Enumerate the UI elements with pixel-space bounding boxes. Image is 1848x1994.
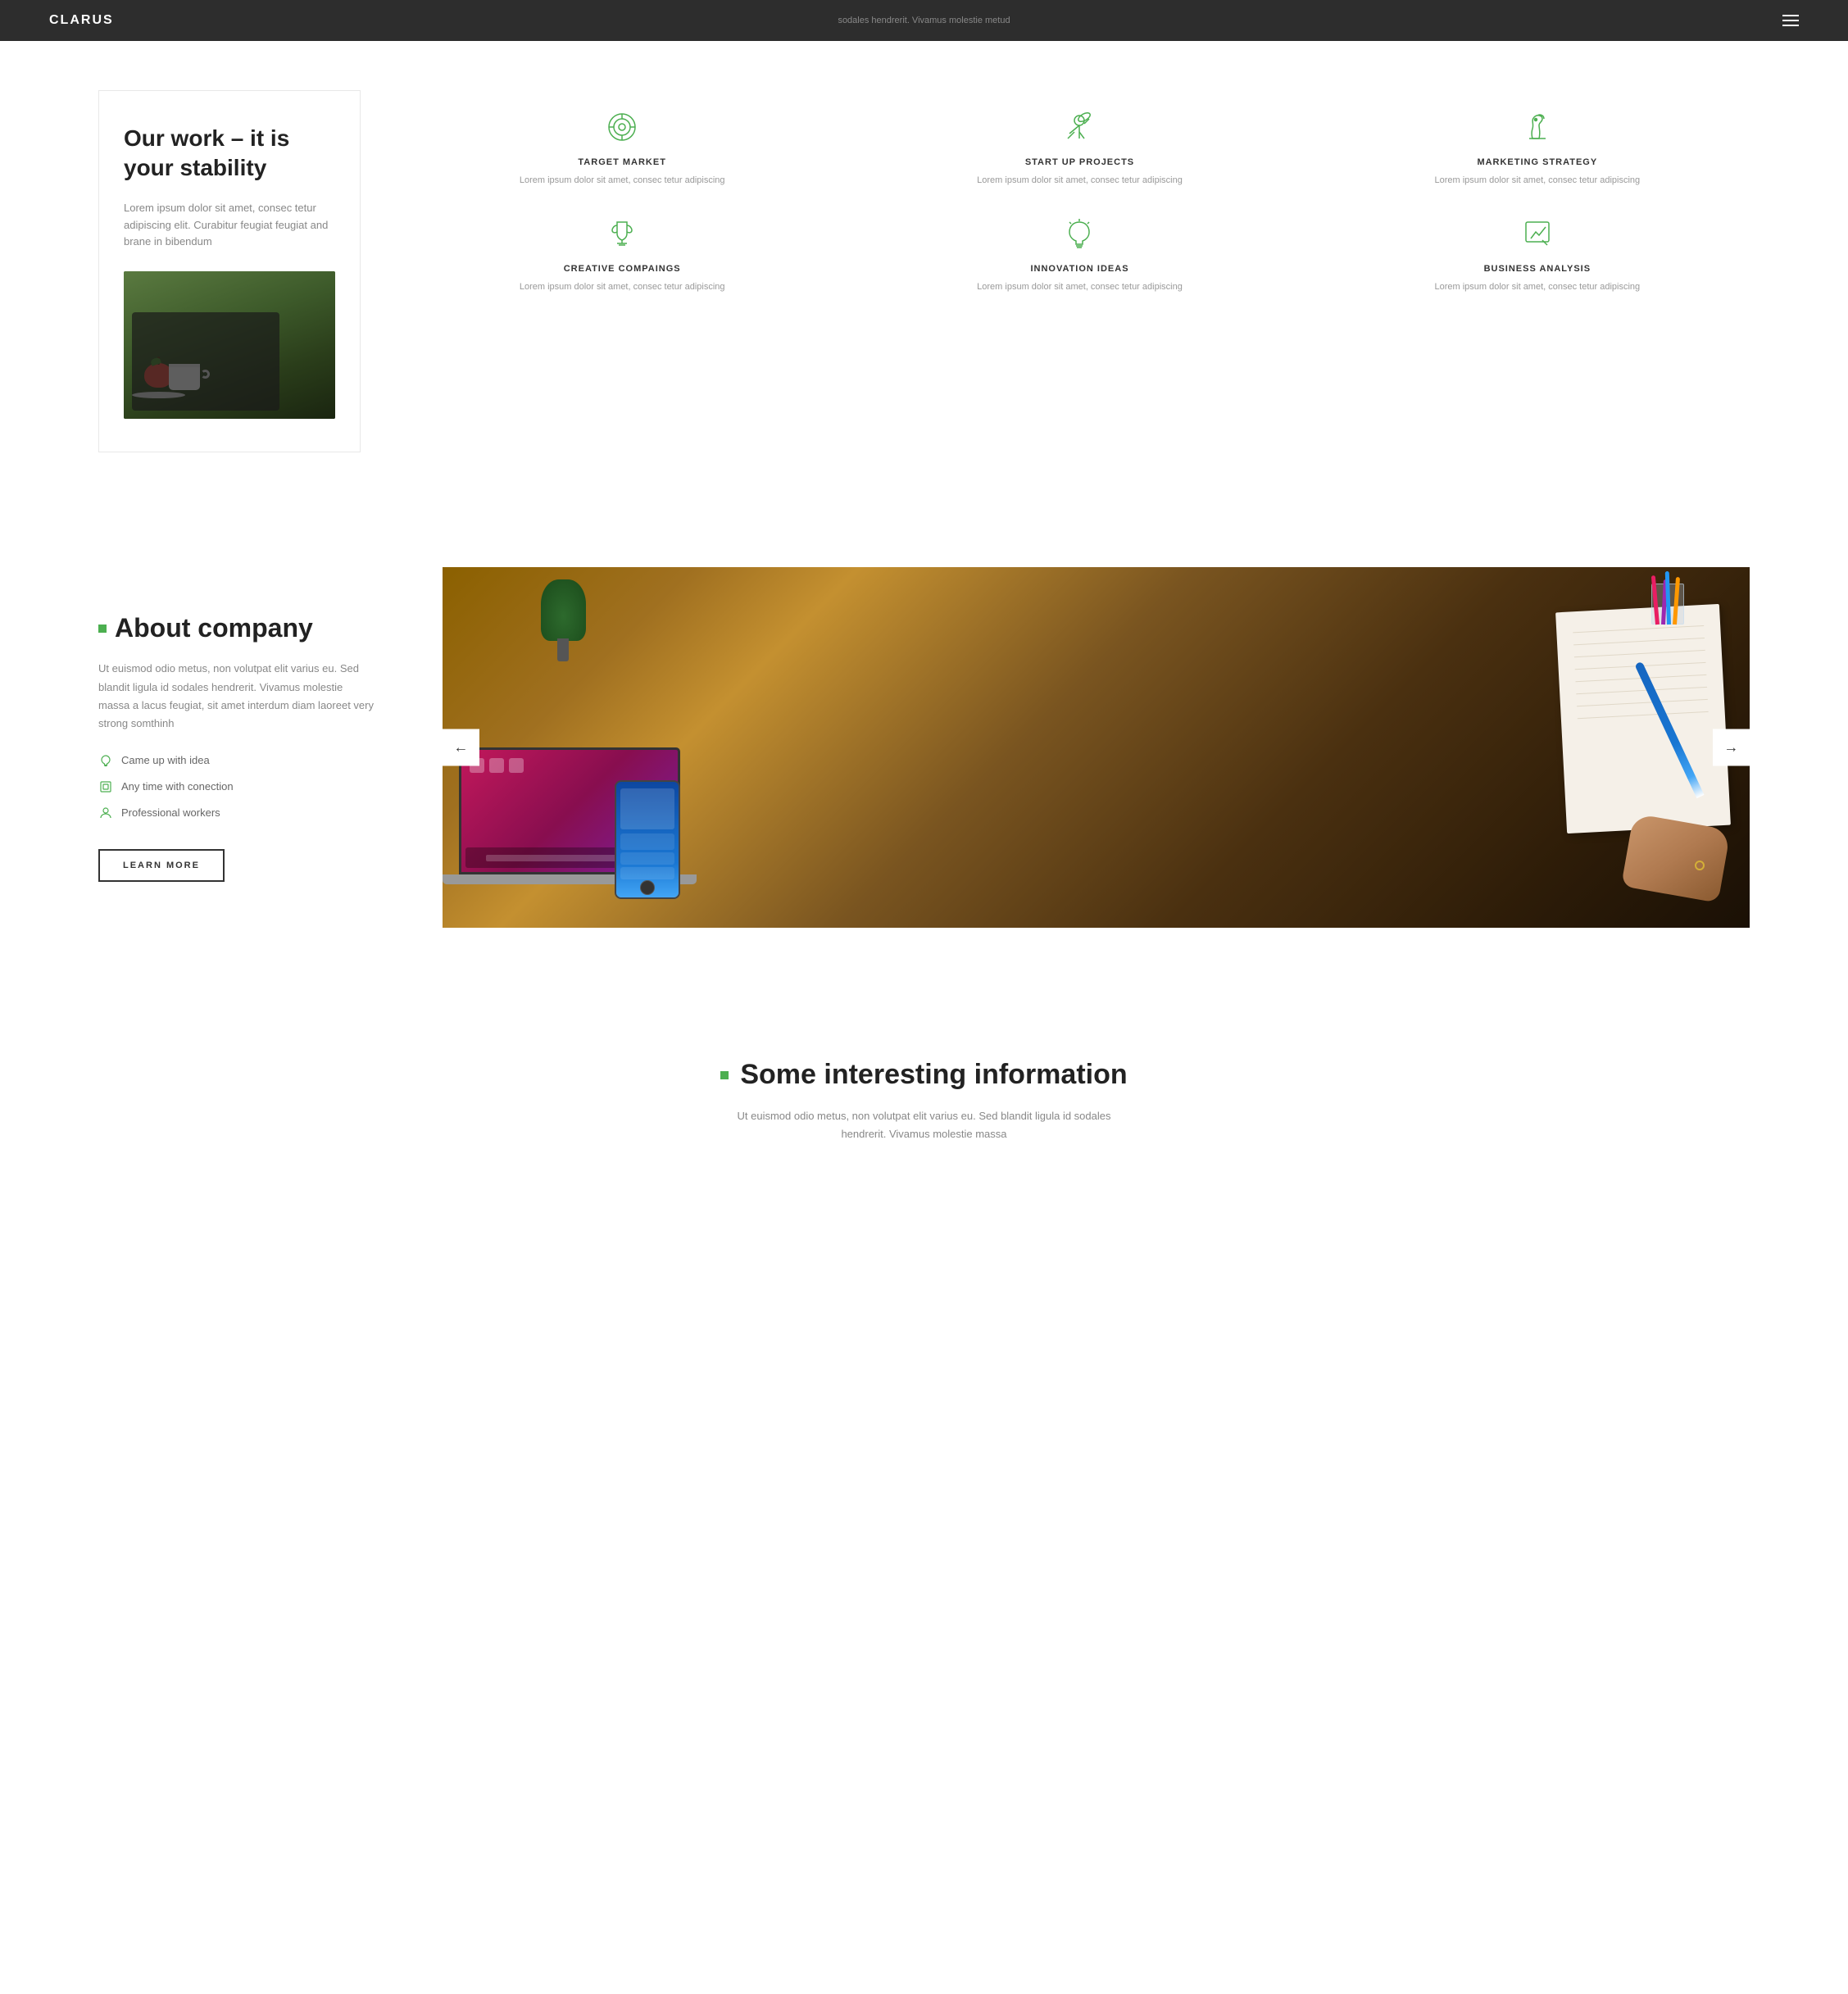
service-innovation: INNOVATION IDEAS Lorem ipsum dolor sit a… <box>867 213 1292 295</box>
service-desc-startup: Lorem ipsum dolor sit amet, consec tetur… <box>867 174 1292 188</box>
service-desc-creative: Lorem ipsum dolor sit amet, consec tetur… <box>410 280 834 295</box>
our-work-card: Our work – it is your stability Lorem ip… <box>98 90 361 452</box>
header-subtitle: sodales hendrerit. Vivamus molestie metu… <box>838 16 1010 25</box>
telescope-icon <box>1059 107 1100 148</box>
learn-more-button[interactable]: LEARN MORE <box>98 849 225 882</box>
hamburger-menu-icon[interactable] <box>1782 15 1799 26</box>
trophy-icon <box>602 213 642 254</box>
about-image-container: ← → <box>443 567 1750 928</box>
about-heading: About company <box>98 613 377 643</box>
service-name-innovation: INNOVATION IDEAS <box>867 264 1292 274</box>
carousel-prev-button[interactable]: ← <box>443 729 479 766</box>
service-creative: CREATIVE COMPAINGS Lorem ipsum dolor sit… <box>410 213 834 295</box>
service-marketing: MARKETING STRATEGY Lorem ipsum dolor sit… <box>1325 107 1750 188</box>
service-business: BUSINESS ANALYSIS Lorem ipsum dolor sit … <box>1325 213 1750 295</box>
chess-horse-icon <box>1517 107 1558 148</box>
about-description: Ut euismod odio metus, non volutpat elit… <box>98 660 377 732</box>
service-desc-target: Lorem ipsum dolor sit amet, consec tetur… <box>410 174 834 188</box>
our-work-image-inner <box>124 271 335 419</box>
feature-item-idea: Came up with idea <box>98 753 377 768</box>
about-left-content: About company Ut euismod odio metus, non… <box>98 613 377 881</box>
chart-icon <box>1517 213 1558 254</box>
services-grid: TARGET MARKET Lorem ipsum dolor sit amet… <box>410 90 1750 294</box>
service-name-creative: CREATIVE COMPAINGS <box>410 264 834 274</box>
logo: CLARUS <box>49 13 114 28</box>
feature-item-connection: Any time with conection <box>98 779 377 794</box>
info-section: Some interesting information Ut euismod … <box>0 993 1848 1192</box>
service-startup: START UP PROJECTS Lorem ipsum dolor sit … <box>867 107 1292 188</box>
service-target-market: TARGET MARKET Lorem ipsum dolor sit amet… <box>410 107 834 188</box>
service-desc-innovation: Lorem ipsum dolor sit amet, consec tetur… <box>867 280 1292 295</box>
feature-text-connection: Any time with conection <box>121 780 234 793</box>
service-desc-marketing: Lorem ipsum dolor sit amet, consec tetur… <box>1325 174 1750 188</box>
our-work-section: Our work – it is your stability Lorem ip… <box>0 41 1848 502</box>
feature-text-workers: Professional workers <box>121 806 220 819</box>
our-work-image <box>124 271 335 419</box>
service-desc-business: Lorem ipsum dolor sit amet, consec tetur… <box>1325 280 1750 295</box>
about-section: About company Ut euismod odio metus, non… <box>0 502 1848 993</box>
info-description: Ut euismod odio metus, non volutpat elit… <box>736 1107 1113 1143</box>
about-image <box>443 567 1750 928</box>
feature-text-idea: Came up with idea <box>121 754 210 766</box>
person-icon <box>98 806 113 820</box>
feature-item-workers: Professional workers <box>98 806 377 820</box>
header: CLARUS sodales hendrerit. Vivamus molest… <box>0 0 1848 41</box>
our-work-title: Our work – it is your stability <box>124 124 335 184</box>
about-features-list: Came up with idea Any time with conectio… <box>98 753 377 820</box>
lightbulb-icon <box>1059 213 1100 254</box>
info-heading: Some interesting information <box>98 1059 1750 1091</box>
service-name-startup: START UP PROJECTS <box>867 157 1292 167</box>
our-work-description: Lorem ipsum dolor sit amet, consec tetur… <box>124 200 335 251</box>
carousel-next-button[interactable]: → <box>1713 729 1750 766</box>
target-icon <box>602 107 642 148</box>
service-name-marketing: MARKETING STRATEGY <box>1325 157 1750 167</box>
service-name-business: BUSINESS ANALYSIS <box>1325 264 1750 274</box>
connection-icon <box>98 779 113 794</box>
lightbulb-small-icon <box>98 753 113 768</box>
service-name-target: TARGET MARKET <box>410 157 834 167</box>
